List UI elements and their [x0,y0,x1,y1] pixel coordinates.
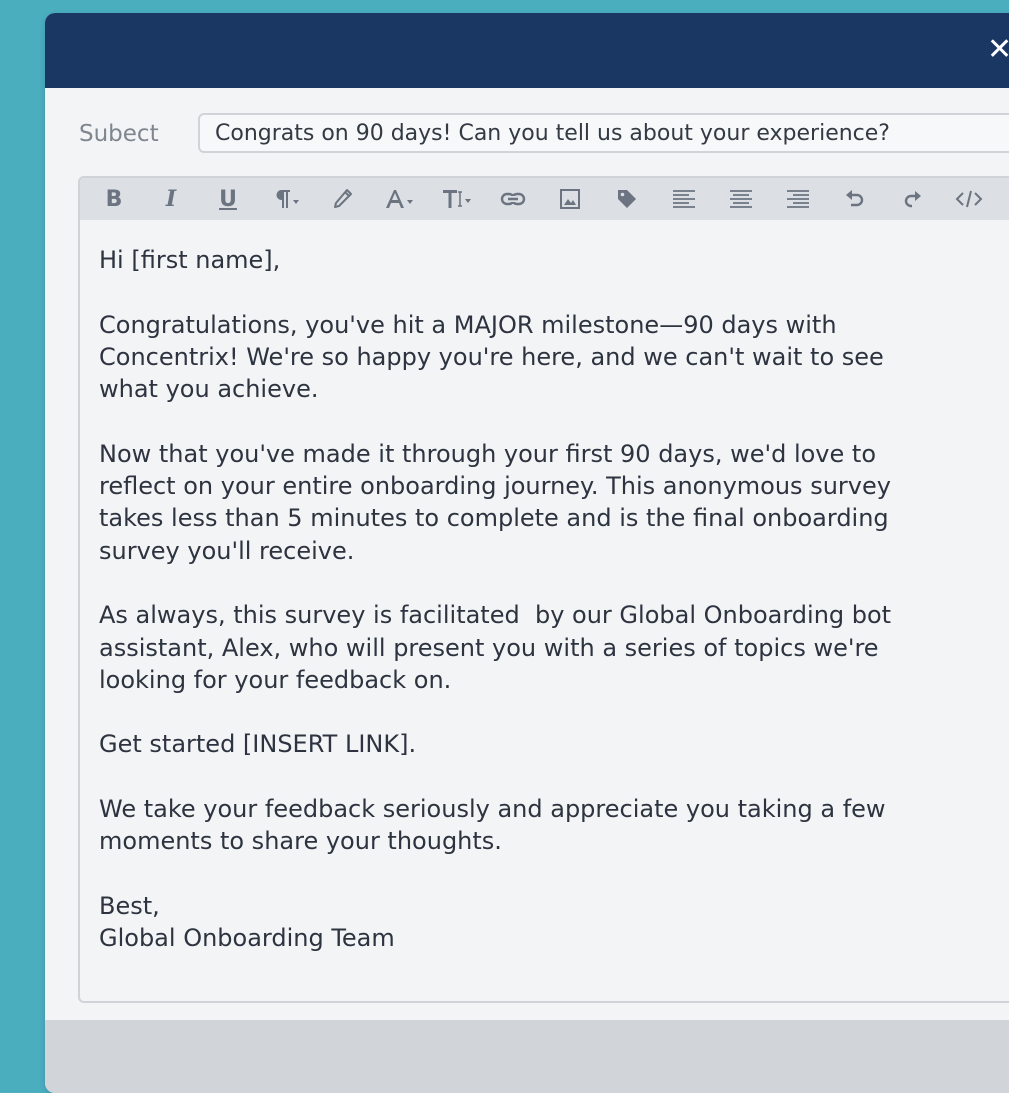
code-icon [955,190,983,208]
body-line: assistant, Alex, who will present you wi… [99,633,879,662]
close-icon[interactable]: ✕ [987,35,1009,65]
body-line: moments to share your thoughts. [99,827,502,856]
body-line: Congratulations, you've hit a MAJOR mile… [99,310,837,339]
body-paragraph: Congratulations, you've hit a MAJOR mile… [99,309,999,406]
image-icon [560,189,580,209]
body-paragraph: Hi [first name], [99,244,999,276]
text-color-button[interactable] [322,178,362,220]
body-line: Global Onboarding Team [99,924,395,953]
bold-icon: B [105,186,123,212]
italic-icon: I [165,186,177,212]
bold-button[interactable]: B [94,178,134,220]
email-editor-dialog: ✕ Subect B I U [45,13,1009,1093]
align-right-button[interactable] [778,178,818,220]
rich-text-editor: B I U Hi [first name], Congratulations, … [78,176,1009,1003]
body-paragraph: We take your feedback seriously and appr… [99,793,999,858]
dialog-footer [45,1020,1009,1093]
undo-button[interactable] [835,178,875,220]
color-picker-icon [334,189,352,208]
body-paragraph: As always, this survey is facilitated by… [99,599,999,696]
insert-link-button[interactable] [493,178,533,220]
body-line: We take your feedback seriously and appr… [99,795,886,824]
undo-icon [846,190,864,207]
body-paragraph: Get started [INSERT LINK]. [99,728,999,760]
body-line: Now that you've made it through your fir… [99,439,876,468]
insert-image-button[interactable] [550,178,590,220]
underline-button[interactable]: U [208,178,248,220]
body-line: looking for your feedback on. [99,665,452,694]
redo-button[interactable] [892,178,932,220]
editor-toolbar: B I U [80,178,1009,220]
code-view-button[interactable] [949,178,989,220]
subject-input[interactable] [198,113,1009,153]
paragraph-icon [276,190,299,208]
body-paragraph: Best, Global Onboarding Team [99,890,999,955]
align-center-button[interactable] [721,178,761,220]
font-icon [386,190,413,208]
insert-tag-button[interactable] [607,178,647,220]
body-line: Concentrix! We're so happy you're here, … [99,342,884,371]
align-left-icon [673,190,695,208]
body-line: what you achieve. [99,375,319,404]
redo-icon [904,191,921,208]
body-line: reflect on your entire onboarding journe… [99,472,891,501]
body-line: survey you'll receive. [99,536,355,565]
body-line: Best, [99,891,160,920]
body-line: takes less than 5 minutes to complete an… [99,504,889,533]
text-size-icon [443,190,471,208]
align-center-icon [730,190,752,208]
align-left-button[interactable] [664,178,704,220]
tag-icon [618,190,636,208]
dialog-header: ✕ [45,13,1009,88]
body-line: Hi [first name], [99,246,281,274]
body-line: Get started [INSERT LINK]. [99,730,417,759]
font-family-button[interactable] [379,178,419,220]
body-paragraph: Now that you've made it through your fir… [99,438,999,567]
body-line: As always, this survey is facilitated by… [99,601,892,630]
font-size-button[interactable] [436,178,476,220]
underline-icon: U [219,186,237,212]
paragraph-format-button[interactable] [265,178,305,220]
italic-button[interactable]: I [151,178,191,220]
subject-label: Subect [79,121,159,147]
email-body[interactable]: Hi [first name], Congratulations, you've … [99,244,999,955]
align-right-icon [787,190,809,208]
link-icon [500,192,526,206]
subject-row: Subect [45,113,1009,157]
